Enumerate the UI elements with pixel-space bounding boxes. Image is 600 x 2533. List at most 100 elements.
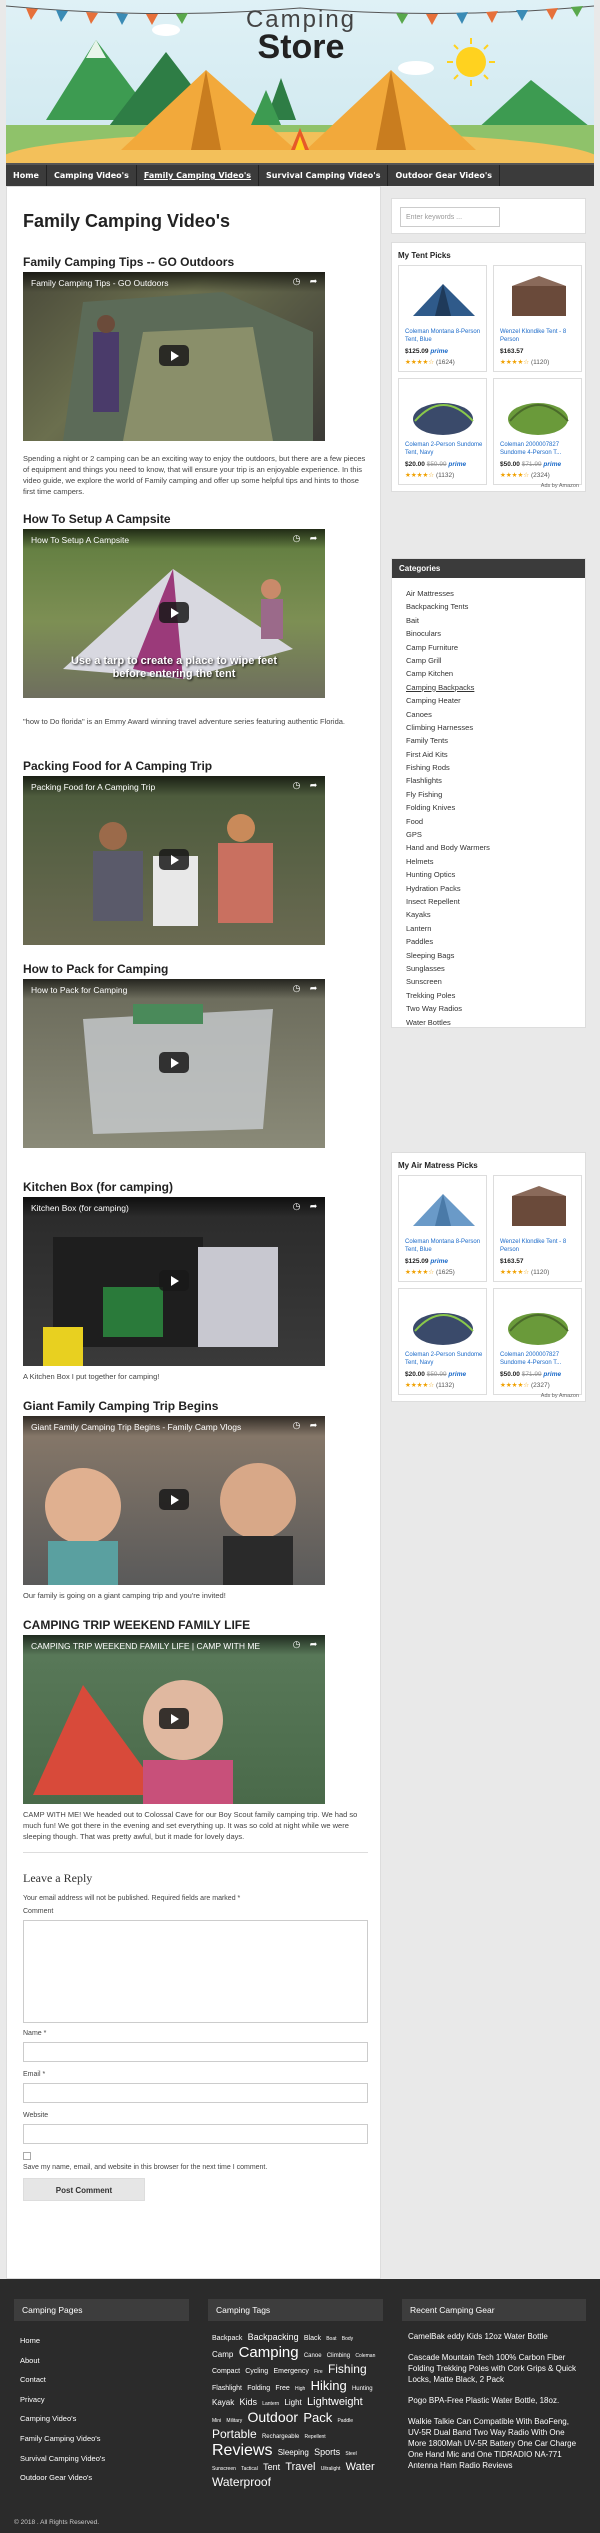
share-icon[interactable]: ➦ (308, 1639, 319, 1650)
tag-link[interactable]: Sleeping (278, 2448, 309, 2457)
product-name[interactable]: Coleman 2-Person Sundome Tent, Navy (405, 1351, 485, 1367)
category-link[interactable]: Trekking Poles (406, 989, 490, 1002)
tag-link[interactable]: Light (284, 2398, 301, 2407)
category-link[interactable]: Water Bottles (406, 1016, 490, 1029)
video-player-title[interactable]: How To Setup A Campsite (31, 535, 129, 545)
category-link[interactable]: Canoes (406, 708, 490, 721)
clock-icon[interactable]: ◷ (291, 1420, 302, 1431)
video-player-title[interactable]: Giant Family Camping Trip Begins - Famil… (31, 1422, 241, 1432)
tag-link[interactable]: Travel (285, 2461, 315, 2473)
footer-page-link[interactable]: Contact (14, 2370, 189, 2390)
tag-link[interactable]: Fire (314, 2369, 323, 2375)
comment-textarea[interactable] (23, 1920, 368, 2023)
play-button[interactable] (159, 1052, 189, 1073)
tag-link[interactable]: Tent (263, 2462, 280, 2472)
tag-link[interactable]: Backpack (212, 2335, 242, 2342)
clock-icon[interactable]: ◷ (291, 533, 302, 544)
ads-by-amazon[interactable]: Ads by Amazon (541, 483, 579, 489)
category-link[interactable]: Camp Furniture (406, 641, 490, 654)
tag-link[interactable]: Emergency (273, 2368, 308, 2375)
category-link[interactable]: Hunting Optics (406, 868, 490, 881)
share-icon[interactable]: ➦ (308, 780, 319, 791)
play-button[interactable] (159, 1708, 189, 1729)
footer-page-link[interactable]: About (14, 2351, 189, 2371)
tag-link[interactable]: Canoe (304, 2353, 322, 2359)
recent-gear-link[interactable]: Pogo BPA-Free Plastic Water Bottle, 18oz… (408, 2395, 580, 2406)
category-link[interactable]: Family Tents (406, 734, 490, 747)
play-button[interactable] (159, 849, 189, 870)
tag-link[interactable]: Climbing (327, 2353, 350, 2359)
tag-link[interactable]: Sports (314, 2447, 340, 2457)
category-link[interactable]: GPS (406, 828, 490, 841)
tag-link[interactable]: Portable (212, 2427, 257, 2441)
nav-item-outdoor-gear-videos[interactable]: Outdoor Gear Video's (388, 165, 501, 186)
tag-link[interactable]: Body (342, 2336, 353, 2342)
save-info-checkbox[interactable] (23, 2152, 31, 2160)
tag-link[interactable]: Tactical (241, 2466, 258, 2472)
footer-page-link[interactable]: Home (14, 2331, 189, 2351)
product-card[interactable]: Coleman Montana 8-Person Tent, Blue $125… (398, 1175, 487, 1282)
category-link[interactable]: Air Mattresses (406, 587, 490, 600)
category-link[interactable]: Camp Kitchen (406, 667, 490, 680)
product-name[interactable]: Wenzel Klondike Tent - 8 Person (500, 328, 580, 344)
tag-link[interactable]: Reviews (212, 2442, 272, 2459)
tag-link[interactable]: Mini (212, 2418, 221, 2424)
product-name[interactable]: Coleman 2000007827 Sundome 4-Person T... (500, 441, 580, 457)
category-link[interactable]: Sunglasses (406, 962, 490, 975)
video-player[interactable]: CAMPING TRIP WEEKEND FAMILY LIFE | CAMP … (23, 1635, 325, 1804)
video-player-title[interactable]: Family Camping Tips - GO Outdoors (31, 278, 168, 288)
search-input[interactable]: Enter keywords ... (400, 207, 500, 227)
tag-link[interactable]: Hunting (352, 2386, 373, 2392)
nav-item-survival-camping-videos[interactable]: Survival Camping Video's (259, 165, 389, 186)
product-name[interactable]: Wenzel Klondike Tent - 8 Person (500, 1238, 580, 1254)
category-link[interactable]: Two Way Radios (406, 1002, 490, 1015)
recent-gear-link[interactable]: CamelBak eddy Kids 12oz Water Bottle (408, 2331, 580, 2342)
tag-link[interactable]: Ultralight (321, 2466, 341, 2472)
product-card[interactable]: Wenzel Klondike Tent - 8 Person $163.57 … (493, 265, 582, 372)
tag-link[interactable]: Military (226, 2418, 242, 2424)
tag-link[interactable]: Waterproof (212, 2475, 271, 2489)
video-player-title[interactable]: How to Pack for Camping (31, 985, 127, 995)
video-player-title[interactable]: CAMPING TRIP WEEKEND FAMILY LIFE | CAMP … (31, 1641, 260, 1651)
footer-page-link[interactable]: Camping Video's (14, 2409, 189, 2429)
product-card[interactable]: Coleman 2-Person Sundome Tent, Navy $20.… (398, 1288, 487, 1395)
tag-link[interactable]: Repellent (305, 2434, 326, 2440)
product-card[interactable]: Wenzel Klondike Tent - 8 Person $163.57 … (493, 1175, 582, 1282)
tag-link[interactable]: Flashlight (212, 2385, 242, 2392)
footer-page-link[interactable]: Privacy (14, 2390, 189, 2410)
video-player-title[interactable]: Kitchen Box (for camping) (31, 1203, 129, 1213)
tag-link[interactable]: Compact (212, 2368, 240, 2375)
tag-link[interactable]: Lantern (262, 2401, 279, 2407)
category-link[interactable]: Hand and Body Warmers (406, 841, 490, 854)
category-link[interactable]: Helmets (406, 855, 490, 868)
post-comment-button[interactable]: Post Comment (23, 2178, 145, 2201)
video-player-title[interactable]: Packing Food for A Camping Trip (31, 782, 155, 792)
share-icon[interactable]: ➦ (308, 276, 319, 287)
category-link[interactable]: Hydration Packs (406, 882, 490, 895)
clock-icon[interactable]: ◷ (291, 983, 302, 994)
footer-page-link[interactable]: Survival Camping Video's (14, 2449, 189, 2469)
tag-link[interactable]: Kids (239, 2397, 257, 2407)
tag-link[interactable]: Black (304, 2335, 321, 2342)
nav-item-camping-videos[interactable]: Camping Video's (47, 165, 137, 186)
email-field[interactable] (23, 2083, 368, 2103)
play-button[interactable] (159, 1270, 189, 1291)
category-link[interactable]: Fly Fishing (406, 788, 490, 801)
tag-link[interactable]: Folding (247, 2385, 270, 2392)
category-link[interactable]: Lantern (406, 922, 490, 935)
category-link[interactable]: First Aid Kits (406, 748, 490, 761)
category-link[interactable]: Sleeping Bags (406, 949, 490, 962)
tag-link[interactable]: Backpacking (248, 2332, 299, 2342)
site-logo[interactable]: Camping Store (221, 6, 381, 67)
tag-link[interactable]: Water (346, 2461, 375, 2473)
nav-item-family-camping-videos[interactable]: Family Camping Video's (137, 165, 260, 186)
category-link[interactable]: Insect Repellent (406, 895, 490, 908)
share-icon[interactable]: ➦ (308, 533, 319, 544)
category-link[interactable]: Fishing Rods (406, 761, 490, 774)
tag-link[interactable]: Hiking (311, 2378, 347, 2393)
tag-link[interactable]: Paddle (337, 2418, 353, 2424)
category-link[interactable]: Flashlights (406, 774, 490, 787)
tag-link[interactable]: Coleman (355, 2353, 375, 2359)
category-link[interactable]: Kayaks (406, 908, 490, 921)
nav-item-home[interactable]: Home (6, 165, 47, 186)
